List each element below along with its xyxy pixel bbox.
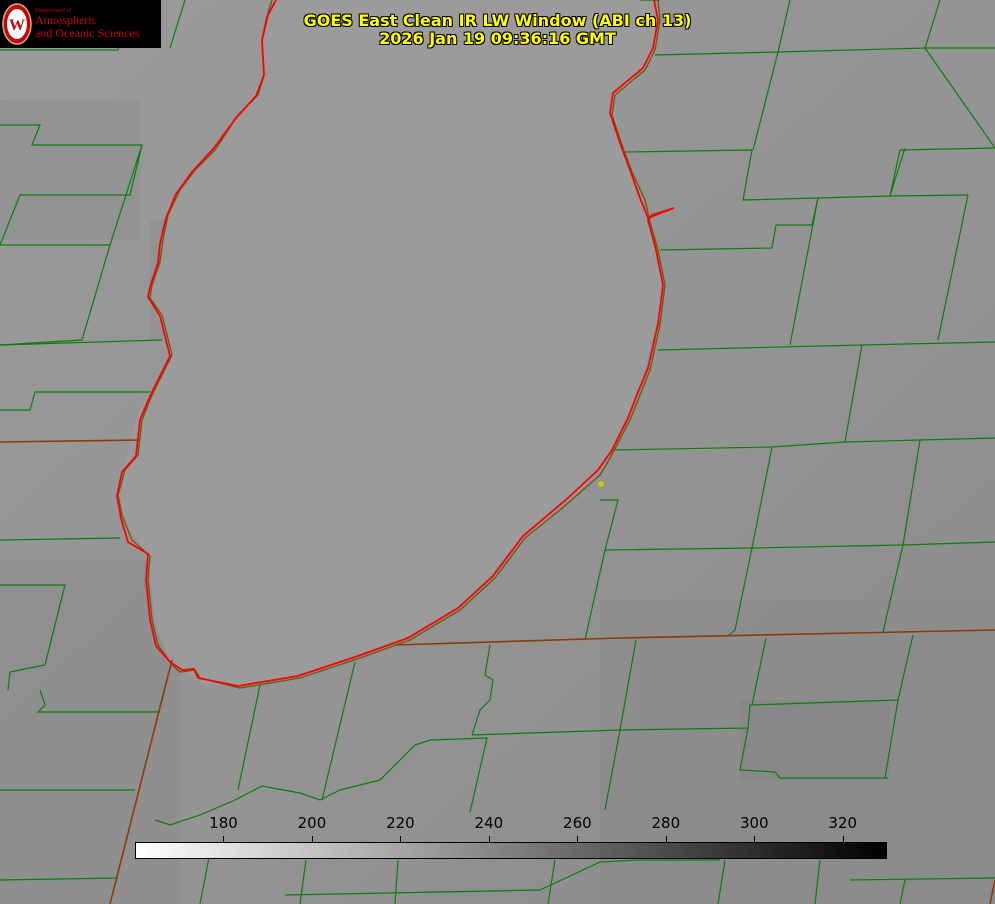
colorbar-tick-label: 300 bbox=[739, 814, 769, 832]
image-title: GOES East Clean IR LW Window (ABI ch 13) bbox=[303, 11, 692, 30]
colorbar-tickmark bbox=[666, 836, 667, 842]
location-marker bbox=[598, 481, 604, 487]
colorbar-tickmark bbox=[843, 836, 844, 842]
colorbar-tick-label: 280 bbox=[651, 814, 681, 832]
ir-satellite-map bbox=[0, 0, 995, 904]
colorbar-tick-label: 220 bbox=[386, 814, 415, 832]
colorbar-tickmark bbox=[577, 836, 578, 842]
colorbar-tickmark bbox=[223, 836, 224, 842]
satellite-image-viewer: W Department of Atmospheric and Oceanic … bbox=[0, 0, 995, 904]
colorbar-tick-label: 240 bbox=[474, 814, 504, 832]
colorbar-tickmark bbox=[754, 836, 755, 842]
colorbar-tick-label: 320 bbox=[828, 814, 858, 832]
colorbar-tickmark bbox=[489, 836, 490, 842]
colorbar-tickmark bbox=[312, 836, 313, 842]
image-timestamp: 2026 Jan 19 09:36:16 GMT bbox=[379, 29, 616, 48]
colorbar-tick-label: 180 bbox=[209, 814, 238, 832]
temperature-colorbar bbox=[135, 842, 887, 859]
colorbar-tick-label: 260 bbox=[563, 814, 592, 832]
colorbar-tick-label: 200 bbox=[297, 814, 327, 832]
colorbar-tick-labels: 180 200 220 240 260 280 300 320 bbox=[0, 814, 995, 836]
colorbar-tickmark bbox=[400, 836, 401, 842]
